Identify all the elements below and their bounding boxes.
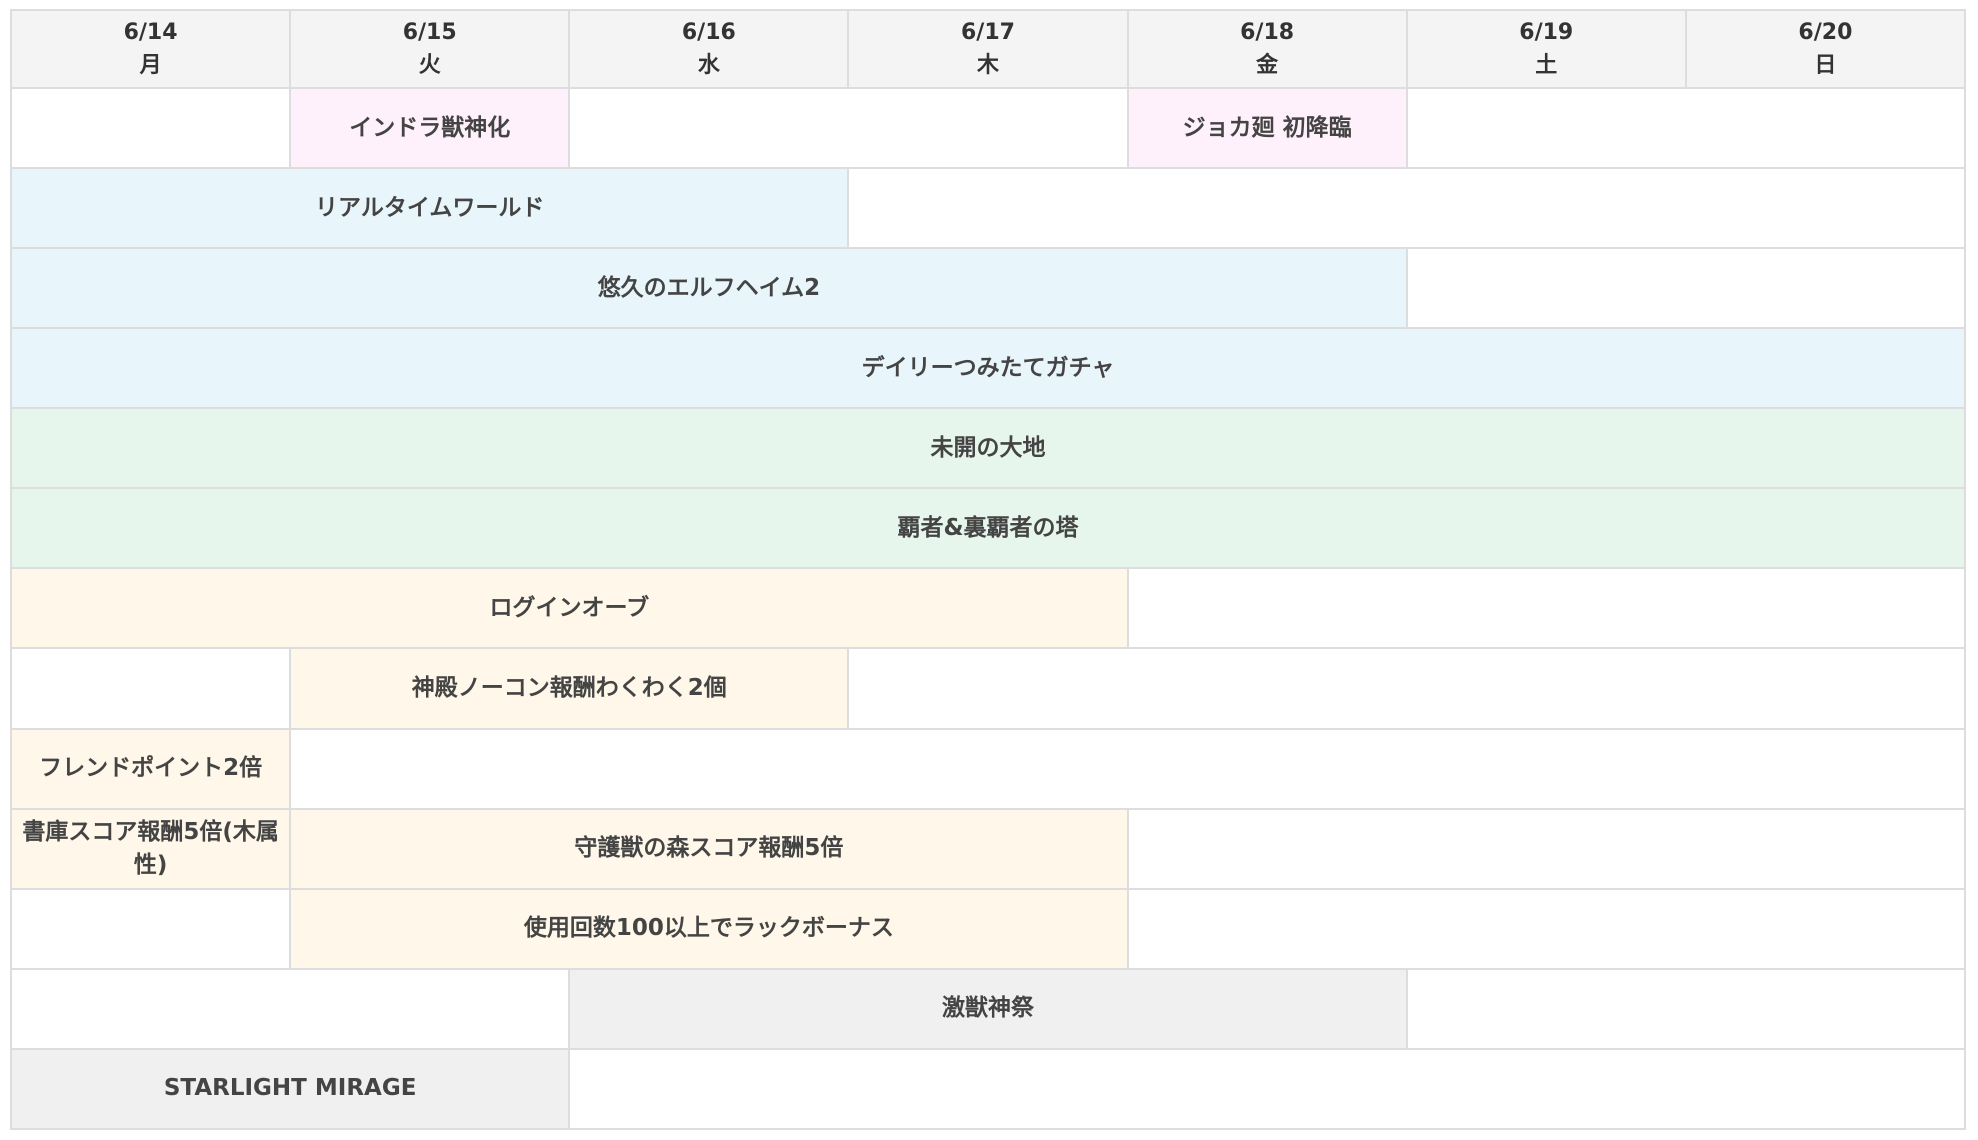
empty-cell: [9, 967, 571, 1050]
day-weekday: 土: [1535, 53, 1558, 78]
empty-cell: [289, 727, 1966, 810]
event-row: ログインオーブ: [10, 567, 1967, 650]
event-jyoka[interactable]: ジョカ廻 初降臨: [1126, 86, 1408, 170]
event-realtime-world[interactable]: リアルタイムワールド: [9, 167, 850, 250]
event-row: デイリーつみたてガチャ: [10, 327, 1966, 410]
empty-cell: [568, 86, 1129, 170]
day-date: 6/19: [1519, 20, 1574, 45]
event-row: フレンドポイント2倍: [9, 727, 1966, 810]
empty-cell: [9, 647, 292, 730]
day-date: 6/17: [961, 20, 1015, 45]
schedule-body: インドラ獣神化 ジョカ廻 初降臨 リアルタイムワールド 悠久のエルフヘイム2 デ…: [9, 86, 1967, 1131]
schedule-header: 6/14 月 6/15 火 6/16 水 6/17 木 6/18 金 6/19 …: [9, 9, 1967, 89]
empty-cell: [847, 647, 1966, 730]
empty-cell: [1405, 86, 1967, 170]
day-date: 6/16: [681, 20, 736, 45]
event-elfheim[interactable]: 悠久のエルフヘイム2: [10, 247, 1408, 330]
day-weekday: 月: [139, 53, 162, 78]
empty-cell: [1126, 887, 1967, 970]
event-starlight[interactable]: STARLIGHT MIRAGE: [9, 1047, 571, 1131]
empty-cell: [9, 86, 292, 170]
event-row: 激獣神祭: [9, 967, 1967, 1050]
day-date: 6/18: [1240, 20, 1295, 45]
empty-cell: [1126, 807, 1967, 890]
empty-cell: [568, 1047, 1966, 1131]
day-weekday: 水: [697, 53, 720, 78]
event-row: STARLIGHT MIRAGE: [9, 1047, 1966, 1131]
day-date: 6/20: [1798, 20, 1853, 45]
day-weekday: 金: [1256, 53, 1279, 78]
day-header: 6/16 水: [568, 9, 850, 89]
day-header: 6/20 日: [1684, 9, 1967, 89]
empty-cell: [1405, 247, 1967, 330]
event-shoko[interactable]: 書庫スコア報酬5倍(木属性): [9, 807, 292, 890]
day-date: 6/15: [402, 20, 457, 45]
day-weekday: 日: [1814, 53, 1837, 78]
event-row: 覇者&裏覇者の塔: [10, 487, 1966, 570]
event-schedule-table: 6/14 月 6/15 火 6/16 水 6/17 木 6/18 金 6/19 …: [9, 9, 1967, 1131]
empty-cell: [9, 887, 292, 970]
event-mikai[interactable]: 未開の大地: [10, 407, 1966, 490]
date-header-row: 6/14 月 6/15 火 6/16 水 6/17 木 6/18 金 6/19 …: [9, 9, 1967, 89]
day-weekday: 火: [418, 53, 441, 78]
day-header: 6/15 火: [289, 9, 571, 89]
day-header: 6/18 金: [1126, 9, 1408, 89]
event-row: 未開の大地: [10, 407, 1966, 490]
day-header: 6/14 月: [9, 9, 292, 89]
empty-cell: [1405, 967, 1967, 1050]
day-header: 6/19 土: [1405, 9, 1687, 89]
event-row: 神殿ノーコン報酬わくわく2個: [9, 647, 1966, 730]
event-indra[interactable]: インドラ獣神化: [289, 86, 571, 170]
empty-cell: [847, 167, 1966, 250]
event-gekijuu[interactable]: 激獣神祭: [568, 967, 1408, 1050]
event-row: 悠久のエルフヘイム2: [10, 247, 1967, 330]
empty-cell: [1126, 567, 1967, 650]
event-shugoju[interactable]: 守護獣の森スコア報酬5倍: [289, 807, 1129, 890]
event-haja-tower[interactable]: 覇者&裏覇者の塔: [10, 487, 1966, 570]
event-friend-point[interactable]: フレンドポイント2倍: [9, 727, 292, 810]
event-row: リアルタイムワールド: [9, 167, 1966, 250]
event-row: インドラ獣神化 ジョカ廻 初降臨: [9, 86, 1967, 170]
event-login-orb[interactable]: ログインオーブ: [10, 567, 1129, 650]
day-date: 6/14: [123, 20, 178, 45]
event-daily-gacha[interactable]: デイリーつみたてガチャ: [10, 327, 1966, 410]
event-row: 使用回数100以上でラックボーナス: [9, 887, 1967, 970]
event-luck-bonus[interactable]: 使用回数100以上でラックボーナス: [289, 887, 1129, 970]
day-weekday: 木: [976, 53, 999, 78]
event-row: 書庫スコア報酬5倍(木属性) 守護獣の森スコア報酬5倍: [9, 807, 1967, 890]
day-header: 6/17 木: [847, 9, 1129, 89]
event-shinden[interactable]: 神殿ノーコン報酬わくわく2個: [289, 647, 850, 730]
